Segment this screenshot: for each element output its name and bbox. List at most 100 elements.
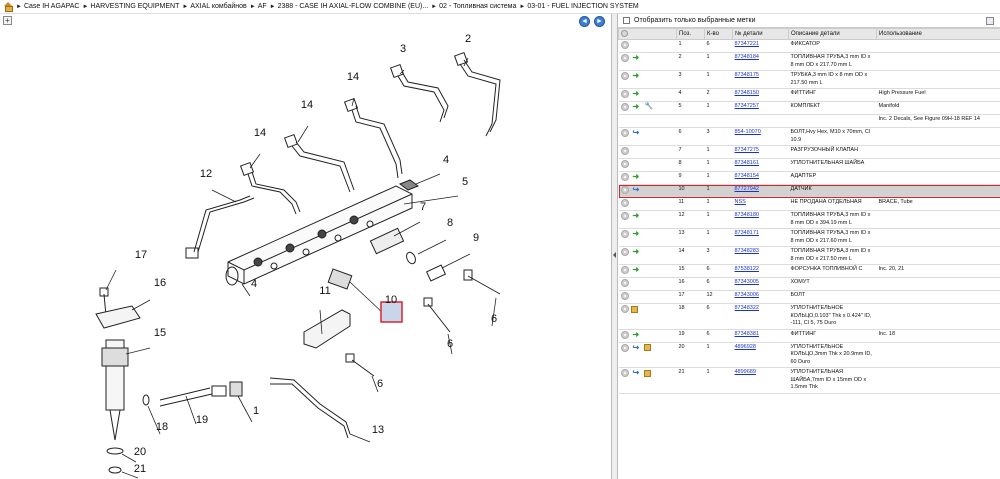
- callout-label[interactable]: 5: [462, 176, 468, 188]
- cell-part-number[interactable]: 87348175: [732, 70, 789, 89]
- callout-label[interactable]: 16: [154, 277, 166, 289]
- cell-part-number[interactable]: 87348150: [732, 88, 789, 102]
- green-arrow-icon[interactable]: ➜: [633, 173, 642, 181]
- table-row[interactable]: ➜ 2 1 87348184 ТОПЛИВНАЯ ТРУБА,3 mm ID x 8 m…: [618, 52, 1000, 71]
- callout-label[interactable]: 12: [200, 168, 212, 180]
- wrench-icon[interactable]: 🔧: [645, 103, 654, 111]
- callout-label[interactable]: 6: [447, 338, 453, 350]
- table-row[interactable]: ➜ 12 1 87348180 ТОПЛИВНАЯ ТРУБА,3 mm ID x 8 …: [618, 210, 1000, 229]
- header-description[interactable]: Описание детали: [788, 28, 877, 40]
- part-number-link[interactable]: 87343006: [735, 292, 759, 298]
- callout-label[interactable]: 9: [473, 232, 479, 244]
- breadcrumb-item[interactable]: ► HARVESTING EQUIPMENT: [82, 3, 179, 10]
- part-number-link[interactable]: 87348283: [735, 248, 759, 254]
- cell-part-number[interactable]: 4899689: [732, 367, 789, 394]
- table-row[interactable]: ➜ 14 3 87348283 ТОПЛИВНАЯ ТРУБА,3 mm ID x 8 …: [618, 246, 1000, 265]
- cell-part-number[interactable]: 87348171: [732, 228, 789, 247]
- green-arrow-icon[interactable]: ➜: [633, 72, 642, 80]
- header-usage[interactable]: Использование: [876, 28, 1000, 40]
- info-dot-icon[interactable]: [620, 41, 629, 49]
- part-number-link[interactable]: NSS: [735, 199, 746, 205]
- table-row[interactable]: ➜ 15 6 87538122 ФОРСУНКА ТОПЛИВНОЙ С Inc. 20,…: [618, 264, 1000, 278]
- breadcrumb-item[interactable]: ► 02 - Топливная система: [431, 3, 516, 10]
- table-row[interactable]: Inc. 2 Decals, See Figure 09H-18 REF 14: [618, 114, 1000, 128]
- info-dot-icon[interactable]: [620, 279, 629, 287]
- blue-arrow-icon[interactable]: ↪: [633, 369, 642, 377]
- cell-part-number[interactable]: 87343006: [732, 290, 789, 304]
- breadcrumb-item[interactable]: ► AXIAL комбайнов: [182, 3, 246, 10]
- callout-label[interactable]: 20: [134, 446, 146, 458]
- cell-part-number[interactable]: 87348161: [732, 158, 789, 172]
- callout-label[interactable]: 1: [253, 405, 259, 417]
- part-number-link[interactable]: 87348150: [735, 90, 759, 96]
- cell-part-number[interactable]: 87348180: [732, 210, 789, 229]
- cell-part-number[interactable]: 4896928: [732, 342, 789, 368]
- part-number-link[interactable]: 87348381: [735, 331, 759, 337]
- info-dot-icon[interactable]: [620, 160, 629, 168]
- table-row[interactable]: 16 6 87343005 ХОМУТ: [618, 277, 1000, 291]
- cell-part-number[interactable]: 87727942: [732, 184, 789, 198]
- cell-part-number[interactable]: 87348184: [732, 52, 789, 71]
- callout-label[interactable]: 14: [301, 99, 313, 111]
- green-arrow-icon[interactable]: ➜: [633, 248, 642, 256]
- info-dot-icon[interactable]: [620, 369, 629, 377]
- table-row[interactable]: ➜ 4 2 87348150 ФИТТИНГ High Pressure Fuel: [618, 88, 1000, 102]
- cell-part-number[interactable]: 87348381: [732, 329, 789, 343]
- collapse-arrow-icon[interactable]: [613, 252, 616, 258]
- green-arrow-icon[interactable]: ➜: [633, 212, 642, 220]
- part-number-link[interactable]: 87348161: [735, 160, 759, 166]
- info-dot-icon[interactable]: [620, 173, 629, 181]
- info-dot-icon[interactable]: [620, 90, 629, 98]
- info-dot-icon[interactable]: [620, 129, 629, 137]
- table-row[interactable]: 7 1 87347275 РАЗГРУЗОЧНЫЙ КЛАПАН: [618, 145, 1000, 159]
- cell-part-number[interactable]: NSS: [732, 197, 789, 211]
- table-row[interactable]: 8 1 87348161 УПЛОТНИТЕЛЬНАЯ ШАЙБА: [618, 158, 1000, 172]
- callout-label[interactable]: 7: [420, 201, 426, 213]
- callout-label[interactable]: 14: [254, 127, 266, 139]
- package-icon[interactable]: [643, 344, 651, 351]
- part-number-link[interactable]: 87348175: [735, 72, 759, 78]
- info-dot-icon[interactable]: [620, 305, 629, 313]
- table-row[interactable]: ➜ 🔧 5 1 87347257 КОМПЛЕКТ Manifold: [618, 101, 1000, 115]
- table-row[interactable]: ➜ 3 1 87348175 ТРУБКА,3 mm ID x 8 mm OD x 21…: [618, 70, 1000, 89]
- cell-part-number[interactable]: 87347257: [732, 101, 789, 115]
- info-dot-icon[interactable]: [620, 292, 629, 300]
- callout-label[interactable]: 8: [447, 217, 453, 229]
- cell-part-number[interactable]: 87348283: [732, 246, 789, 265]
- table-row[interactable]: ➜ 13 1 87348171 ТОПЛИВНАЯ ТРУБА,3 mm ID x 8 …: [618, 228, 1000, 247]
- settings-icon[interactable]: [621, 29, 628, 37]
- callout-label[interactable]: 11: [319, 285, 330, 297]
- part-number-link[interactable]: 87347275: [735, 147, 759, 153]
- info-dot-icon[interactable]: [620, 343, 629, 352]
- blue-arrow-icon[interactable]: ↪: [633, 129, 642, 137]
- home-icon[interactable]: [3, 2, 13, 12]
- callout-label[interactable]: 14: [347, 71, 359, 83]
- parts-diagram[interactable]: + ◄ ► 2 3 14 14 14 4 5 12 7 8 9 17 16 4 …: [0, 14, 612, 479]
- package-icon[interactable]: [643, 369, 651, 377]
- callout-label[interactable]: 10: [385, 294, 397, 306]
- part-number-link[interactable]: 87348171: [735, 230, 759, 236]
- part-number-link[interactable]: 87348154: [735, 173, 759, 179]
- part-number-link[interactable]: 87347257: [735, 103, 759, 109]
- blue-arrow-icon[interactable]: ↪: [633, 343, 642, 352]
- breadcrumb-item[interactable]: ► 2388 - CASE IH AXIAL-FLOW COMBINE (EU).…: [270, 3, 429, 10]
- table-row[interactable]: 18 6 87348322 УПЛОТНИТЕЛЬНОЕ КОЛЬЦО,0.103" …: [618, 303, 1000, 330]
- info-dot-icon[interactable]: [620, 54, 629, 62]
- callout-label[interactable]: 19: [196, 414, 208, 426]
- export-icon[interactable]: [986, 17, 994, 25]
- part-number-link[interactable]: 4896928: [735, 344, 756, 350]
- package-icon[interactable]: [630, 305, 638, 313]
- table-row[interactable]: ↪ 6 3 854-10070 БОЛТ,Hvy Hex, M10 x 70mm, Cl…: [618, 127, 1000, 146]
- info-dot-icon[interactable]: [620, 186, 629, 194]
- info-dot-icon[interactable]: [620, 72, 629, 80]
- part-number-link[interactable]: 87343005: [735, 279, 759, 285]
- part-number-link[interactable]: 87347221: [735, 41, 759, 47]
- header-qty[interactable]: К-во: [704, 28, 733, 40]
- table-row[interactable]: ➜ 19 6 87348381 ФИТТИНГ Inc. 18: [618, 329, 1000, 343]
- table-row[interactable]: 11 1 NSS НЕ ПРОДАНА ОТДЕЛЬНАЯ BRACE, Tube: [618, 197, 1000, 211]
- callout-label[interactable]: 17: [135, 249, 147, 261]
- cell-part-number[interactable]: 87347221: [732, 39, 789, 53]
- part-number-link[interactable]: 87348184: [735, 54, 759, 60]
- info-dot-icon[interactable]: [620, 199, 629, 207]
- part-number-link[interactable]: 87727942: [735, 186, 759, 192]
